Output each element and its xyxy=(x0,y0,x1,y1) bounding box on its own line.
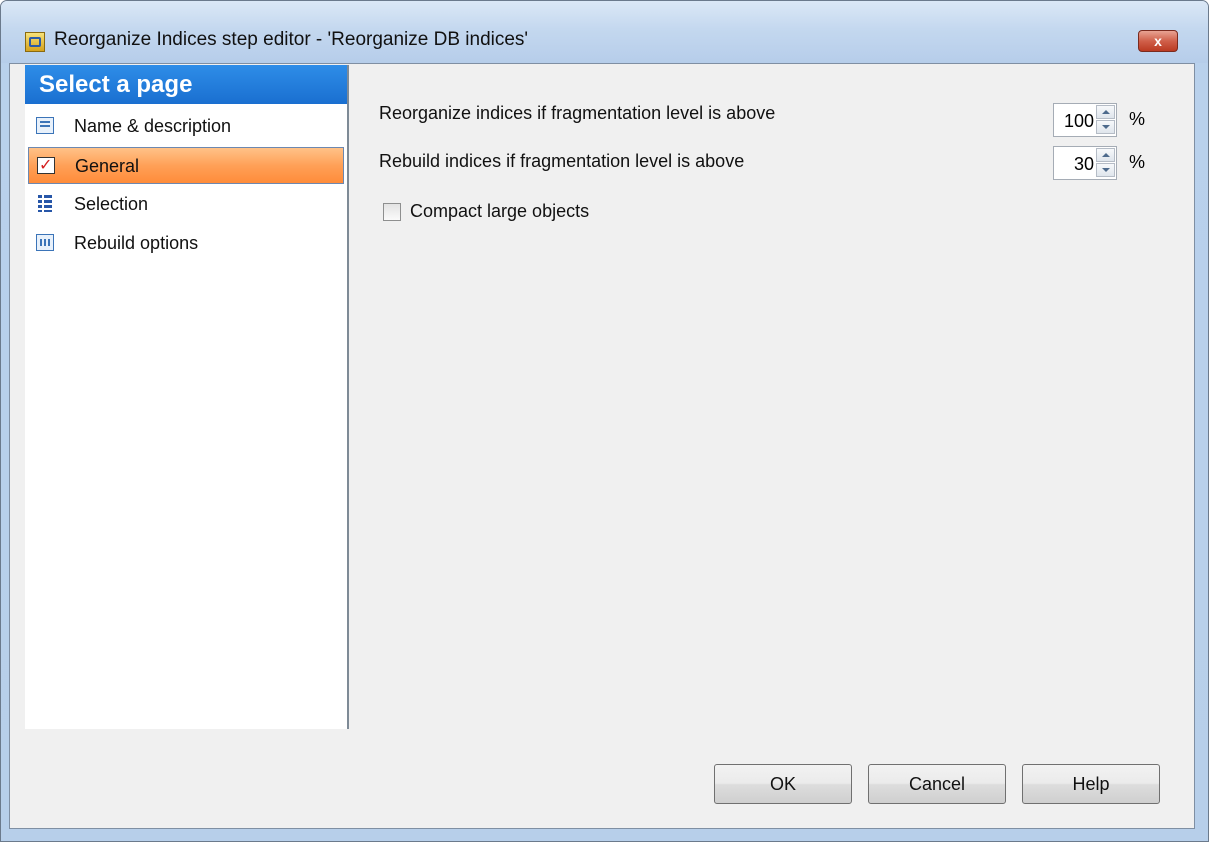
decrement-arrow-icon[interactable] xyxy=(1096,120,1115,134)
checkbox-icon xyxy=(37,147,55,184)
increment-arrow-icon[interactable] xyxy=(1096,148,1115,162)
app-icon xyxy=(25,32,45,52)
help-button[interactable]: Help xyxy=(1022,764,1160,804)
window-title: Reorganize Indices step editor - 'Reorga… xyxy=(54,29,529,50)
sidebar-item-label: Selection xyxy=(74,194,149,214)
close-icon: x xyxy=(1154,33,1162,49)
title-bar: Reorganize Indices step editor - 'Reorga… xyxy=(1,1,1208,63)
reorganize-threshold-label: Reorganize indices if fragmentation leve… xyxy=(379,103,776,123)
reorganize-threshold-value[interactable]: 100 xyxy=(1064,111,1094,132)
general-page: Reorganize indices if fragmentation leve… xyxy=(351,65,1178,729)
sidebar-item-label: Rebuild options xyxy=(74,233,199,253)
grid-icon xyxy=(36,234,54,251)
dialog-window: Reorganize Indices step editor - 'Reorga… xyxy=(0,0,1209,842)
rebuild-unit-label: % xyxy=(1129,152,1146,172)
sidebar-item-label: General xyxy=(75,156,140,176)
sidebar-header: Select a page xyxy=(25,65,347,104)
sidebar-item-general[interactable]: General xyxy=(28,147,344,184)
tree-icon xyxy=(36,195,54,212)
form-icon xyxy=(36,117,54,134)
sidebar-item-name-description[interactable]: Name & description xyxy=(28,108,344,145)
compact-large-objects-label[interactable]: Compact large objects xyxy=(410,201,589,222)
sidebar-item-rebuild-options[interactable]: Rebuild options xyxy=(28,225,344,262)
rebuild-threshold-stepper[interactable]: 30 xyxy=(1053,146,1117,180)
rebuild-threshold-label: Rebuild indices if fragmentation level i… xyxy=(379,151,745,171)
close-button[interactable]: x xyxy=(1138,30,1178,52)
page-selector: Select a page Name & description General… xyxy=(25,65,349,729)
compact-large-objects-checkbox[interactable] xyxy=(383,203,401,221)
decrement-arrow-icon[interactable] xyxy=(1096,163,1115,177)
dialog-body: Select a page Name & description General… xyxy=(9,63,1195,829)
ok-button[interactable]: OK xyxy=(714,764,852,804)
reorganize-unit-label: % xyxy=(1129,109,1146,129)
cancel-button[interactable]: Cancel xyxy=(868,764,1006,804)
increment-arrow-icon[interactable] xyxy=(1096,105,1115,119)
sidebar-item-selection[interactable]: Selection xyxy=(28,186,344,223)
sidebar-item-label: Name & description xyxy=(74,116,232,136)
reorganize-threshold-stepper[interactable]: 100 xyxy=(1053,103,1117,137)
rebuild-threshold-value[interactable]: 30 xyxy=(1074,154,1094,175)
